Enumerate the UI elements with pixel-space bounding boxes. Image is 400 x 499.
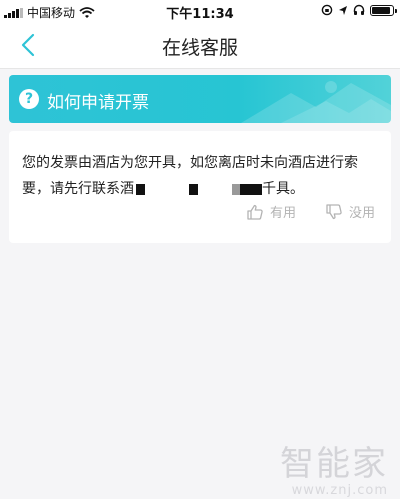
- answer-text: 您的发票由酒店为您开具，如您离店时未向酒店进行索要，请先行联系酒 千具。: [22, 150, 382, 202]
- rotation-lock-icon: [321, 4, 333, 16]
- useful-button[interactable]: 有用: [246, 202, 296, 221]
- useless-button[interactable]: 没用: [325, 202, 375, 221]
- redaction-mark: [240, 183, 262, 195]
- thumbs-down-icon: [326, 203, 342, 219]
- headphones-icon: [353, 4, 365, 15]
- status-bar: 中国移动 下午11:34: [0, 0, 400, 22]
- answer-card: 您的发票由酒店为您开具，如您离店时未向酒店进行索要，请先行联系酒 千具。 有用 没…: [9, 131, 391, 243]
- question-title: 如何申请开票: [47, 93, 149, 113]
- useless-label: 没用: [349, 206, 376, 221]
- question-icon: ?: [19, 89, 39, 109]
- redaction-mark: [189, 183, 198, 195]
- battery-icon: [370, 4, 397, 16]
- mountains-decoration: [241, 81, 391, 123]
- redaction-mark: [232, 183, 240, 195]
- location-icon: [339, 5, 347, 15]
- thumbs-up-icon: [247, 204, 263, 220]
- question-banner: ? 如何申请开票: [9, 75, 391, 123]
- redaction-mark: [136, 183, 145, 195]
- status-right: [321, 4, 397, 16]
- page-title: 在线客服: [161, 37, 238, 59]
- watermark: 智能家 www.znj.com: [280, 436, 388, 498]
- useful-label: 有用: [270, 206, 297, 221]
- watermark-url: www.znj.com: [291, 483, 388, 498]
- navbar: 在线客服: [0, 22, 400, 69]
- answer-text-part2: 千具。: [262, 181, 304, 197]
- watermark-logo: 智能家: [280, 444, 388, 484]
